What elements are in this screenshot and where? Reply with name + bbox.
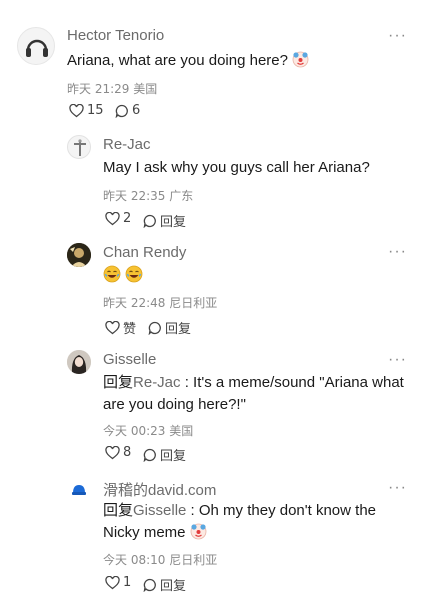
like-button[interactable]: 15: [69, 103, 104, 118]
clown-face-emoji-icon: [292, 51, 309, 68]
more-options-button[interactable]: ···: [388, 480, 407, 496]
author-name[interactable]: Chan Rendy: [103, 244, 186, 261]
author-name[interactable]: Hector Tenorio: [67, 27, 164, 44]
profile-photo-icon: [67, 243, 91, 267]
avatar[interactable]: [67, 478, 91, 502]
heart-outline-icon: [105, 575, 120, 589]
reply-button[interactable]: 回复: [143, 445, 186, 464]
author-name[interactable]: 滑稽的david.com: [103, 479, 216, 500]
avatar[interactable]: [67, 135, 91, 159]
avatar[interactable]: [17, 27, 55, 65]
speech-bubble-icon: [143, 214, 156, 228]
mention-link[interactable]: Re-Jac: [133, 374, 181, 391]
comment-meta: 昨天 21:29 美国: [67, 82, 158, 96]
speech-bubble-icon: [143, 448, 156, 462]
reply-button[interactable]: 6: [115, 103, 140, 118]
reply-label: 回复: [160, 449, 187, 464]
like-button[interactable]: 1: [105, 575, 131, 590]
author-name[interactable]: Re-Jac: [103, 136, 151, 153]
avatar[interactable]: [67, 350, 91, 374]
heart-outline-icon: [105, 320, 120, 334]
reply-count: 6: [132, 103, 141, 118]
mention-link[interactable]: Gisselle: [133, 502, 186, 519]
laughing-emoji-icon: [125, 265, 143, 283]
like-label: 赞: [123, 322, 137, 337]
comment-text: 回复Gisselle : Oh my they don't know the N…: [103, 502, 376, 541]
like-button[interactable]: 8: [105, 445, 131, 460]
reply-label: 回复: [160, 215, 187, 230]
more-options-button[interactable]: ···: [388, 244, 407, 260]
profile-photo-icon: [67, 350, 91, 374]
reply-label: 回复: [165, 322, 192, 337]
clown-face-emoji-icon: [190, 523, 207, 540]
reply-button[interactable]: 回复: [148, 318, 191, 337]
blue-hat-icon: [72, 485, 86, 495]
reply-prefix: 回复: [103, 502, 134, 519]
reply-button[interactable]: 回复: [143, 211, 186, 230]
laughing-emoji-icon: [103, 265, 121, 283]
comment-text: [103, 265, 143, 287]
speech-bubble-icon: [148, 321, 161, 335]
like-count: 1: [123, 575, 132, 590]
comment-meta: 昨天 22:48 尼日利亚: [103, 296, 218, 310]
speech-bubble-icon: [115, 104, 128, 118]
headphones-icon: [26, 39, 48, 57]
comment-meta: 今天 00:23 美国: [103, 424, 194, 438]
reply-button[interactable]: 回复: [143, 575, 186, 594]
heart-outline-icon: [69, 103, 84, 117]
heart-outline-icon: [105, 211, 120, 225]
reply-label: 回复: [160, 579, 187, 594]
heart-outline-icon: [105, 445, 120, 459]
cross-figure-icon: [74, 139, 86, 156]
reply-prefix: 回复: [103, 374, 134, 391]
author-name[interactable]: Gisselle: [103, 351, 156, 368]
more-options-button[interactable]: ···: [388, 28, 407, 44]
comment-text: 回复Re-Jac : It's a meme/sound "Ariana wha…: [103, 374, 404, 413]
like-button[interactable]: 赞: [105, 318, 136, 337]
like-count: 2: [123, 211, 132, 226]
comment-meta: 今天 08:10 尼日利亚: [103, 553, 218, 567]
like-count: 15: [87, 103, 104, 118]
comment-meta: 昨天 22:35 广东: [103, 189, 194, 203]
speech-bubble-icon: [143, 578, 156, 592]
like-count: 8: [123, 445, 132, 460]
avatar[interactable]: [67, 243, 91, 267]
more-options-button[interactable]: ···: [388, 352, 407, 368]
comment-text: May I ask why you guys call her Ariana?: [103, 159, 370, 176]
like-button[interactable]: 2: [105, 211, 131, 226]
comment-text: Ariana, what are you doing here?: [67, 50, 397, 72]
